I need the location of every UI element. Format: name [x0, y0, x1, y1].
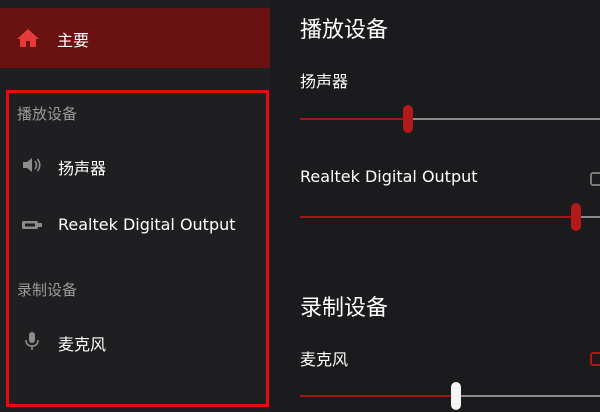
sidebar-item-digital-output-label: Realtek Digital Output [58, 215, 236, 234]
slider-fill [300, 118, 408, 120]
sidebar-item-digital-output[interactable]: Realtek Digital Output [9, 207, 272, 243]
microphone-checkbox[interactable] [590, 352, 600, 366]
slider-fill [300, 216, 576, 218]
device-list-highlight: 播放设备 扬声器 Realtek Digital Output 录制设备 麦克风 [6, 90, 269, 407]
speaker-volume-slider[interactable] [300, 105, 600, 133]
slider-thumb[interactable] [571, 203, 581, 231]
sidebar: 主要 播放设备 扬声器 Realtek Digital Output 录制设备 [0, 0, 270, 412]
sidebar-item-microphone-label: 麦克风 [58, 335, 107, 354]
slider-thumb[interactable] [403, 105, 413, 133]
sidebar-item-speaker[interactable]: 扬声器 [9, 147, 272, 183]
playback-section-label: 播放设备 [17, 105, 78, 123]
microphone-label: 麦克风 [300, 350, 349, 369]
digital-output-icon [22, 221, 42, 229]
speaker-icon [23, 158, 41, 172]
recording-section-label: 录制设备 [17, 281, 78, 299]
speaker-label: 扬声器 [300, 72, 349, 91]
digital-output-label: Realtek Digital Output [300, 167, 478, 186]
sidebar-item-speaker-label: 扬声器 [58, 159, 107, 178]
digital-output-checkbox[interactable] [590, 172, 600, 186]
sidebar-item-microphone[interactable]: 麦克风 [9, 323, 272, 359]
device-settings-panel: 播放设备 扬声器 Realtek Digital Output 录制设备 麦克风 [270, 0, 600, 412]
sidebar-item-main-label: 主要 [57, 31, 90, 50]
microphone-icon [25, 332, 39, 350]
slider-thumb[interactable] [451, 382, 461, 410]
sidebar-item-main[interactable]: 主要 [0, 8, 270, 68]
digital-output-volume-slider[interactable] [300, 203, 600, 231]
microphone-volume-slider[interactable] [300, 382, 600, 410]
home-icon [17, 29, 39, 47]
slider-fill [300, 395, 456, 397]
recording-heading: 录制设备 [300, 296, 389, 321]
playback-heading: 播放设备 [300, 18, 389, 43]
